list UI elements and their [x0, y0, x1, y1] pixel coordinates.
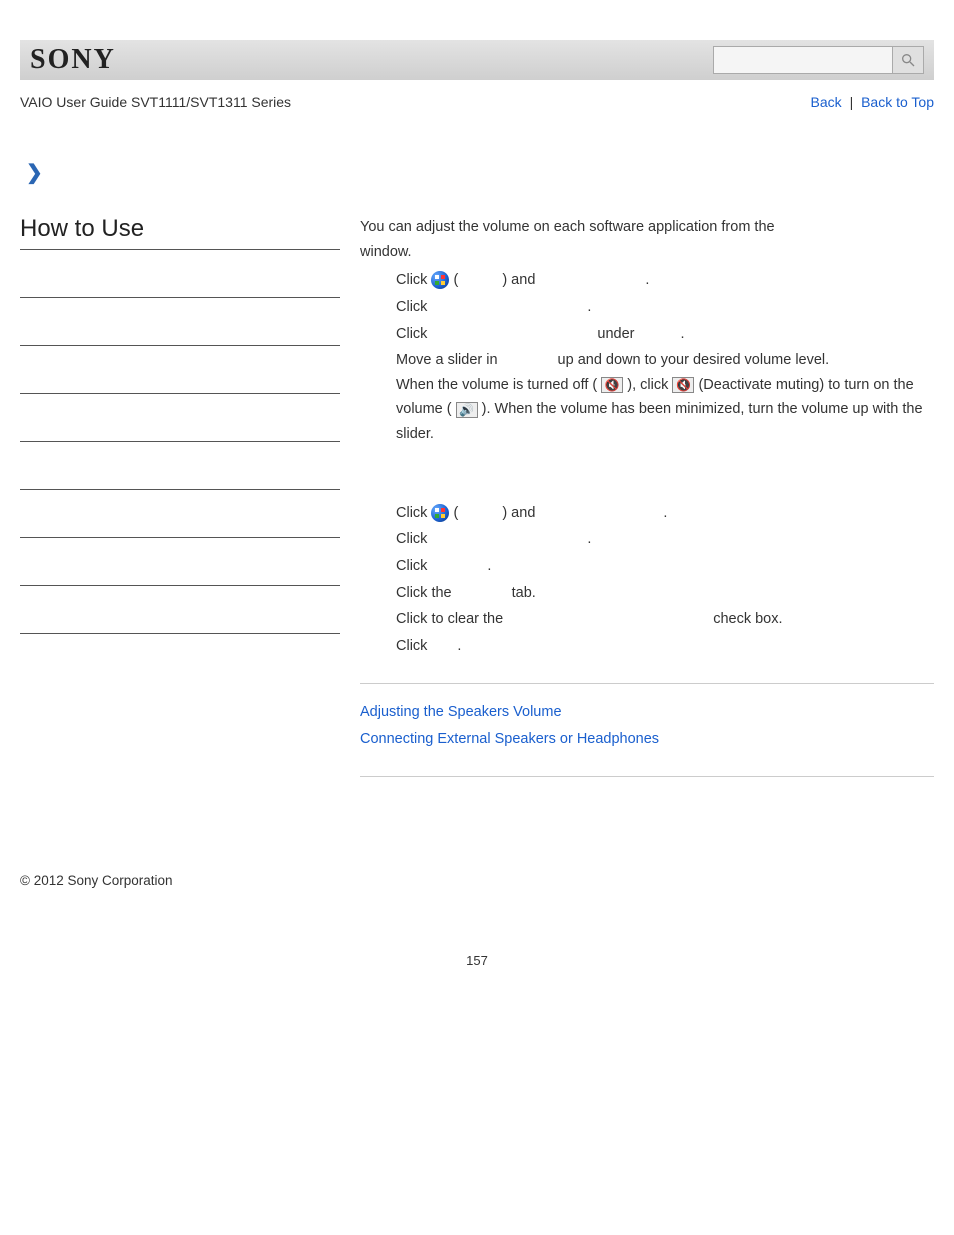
step-item: Clickunder.	[396, 322, 934, 347]
sidebar-item[interactable]	[20, 298, 340, 346]
step-item: Click.	[396, 527, 934, 552]
intro-text: You can adjust the volume on each softwa…	[360, 215, 934, 264]
header-bar: SONY	[20, 40, 934, 80]
subheader: VAIO User Guide SVT1111/SVT1311 Series B…	[20, 94, 934, 110]
step-list-1: Click () and. Click. Clickunder. Move a …	[360, 268, 934, 446]
search-input[interactable]	[713, 46, 893, 74]
step-item: Click.	[396, 634, 934, 659]
copyright: © 2012 Sony Corporation	[20, 873, 934, 888]
related-link[interactable]: Connecting External Speakers or Headphon…	[360, 727, 934, 752]
sidebar-item[interactable]	[20, 442, 340, 490]
sidebar-item[interactable]	[20, 586, 340, 634]
step-item: Click () and.	[396, 501, 934, 526]
windows-start-icon	[431, 271, 449, 289]
step-item: Move a slider inup and down to your desi…	[396, 348, 934, 447]
sidebar-item[interactable]	[20, 490, 340, 538]
nav-links: Back | Back to Top	[811, 94, 934, 110]
brand-logo: SONY	[30, 44, 116, 76]
content-divider	[360, 683, 934, 684]
back-to-top-link[interactable]: Back to Top	[861, 94, 934, 110]
step-item: Click () and.	[396, 268, 934, 293]
sidebar-item[interactable]	[20, 346, 340, 394]
step-item: Click thetab.	[396, 581, 934, 606]
step-list-2: Click () and. Click. Click. Click thetab…	[360, 501, 934, 659]
windows-start-icon	[431, 504, 449, 522]
search-icon	[900, 52, 916, 68]
step-item: Click to clear thecheck box.	[396, 607, 934, 632]
speaker-muted-icon: 🔇	[672, 377, 694, 393]
step-item: Click.	[396, 554, 934, 579]
sidebar-item[interactable]	[20, 538, 340, 586]
speaker-on-icon: 🔊	[456, 402, 478, 418]
sidebar-item[interactable]	[20, 394, 340, 442]
step-item: Click.	[396, 295, 934, 320]
chevron-right-icon: ❯	[26, 160, 934, 185]
related-link[interactable]: Adjusting the Speakers Volume	[360, 700, 934, 725]
sidebar-item[interactable]	[20, 250, 340, 298]
content-divider	[360, 776, 934, 777]
back-link[interactable]: Back	[811, 94, 842, 110]
search-wrap	[713, 46, 924, 74]
speaker-muted-icon: 🔇	[601, 377, 623, 393]
page-number: 157	[0, 953, 954, 968]
sidebar-title: How to Use	[20, 215, 340, 243]
related-links: Adjusting the Speakers Volume Connecting…	[360, 700, 934, 752]
search-button[interactable]	[892, 46, 924, 74]
main-content: You can adjust the volume on each softwa…	[340, 215, 934, 793]
sidebar: How to Use	[20, 215, 340, 793]
nav-separator: |	[850, 94, 854, 110]
guide-title: VAIO User Guide SVT1111/SVT1311 Series	[20, 94, 291, 110]
